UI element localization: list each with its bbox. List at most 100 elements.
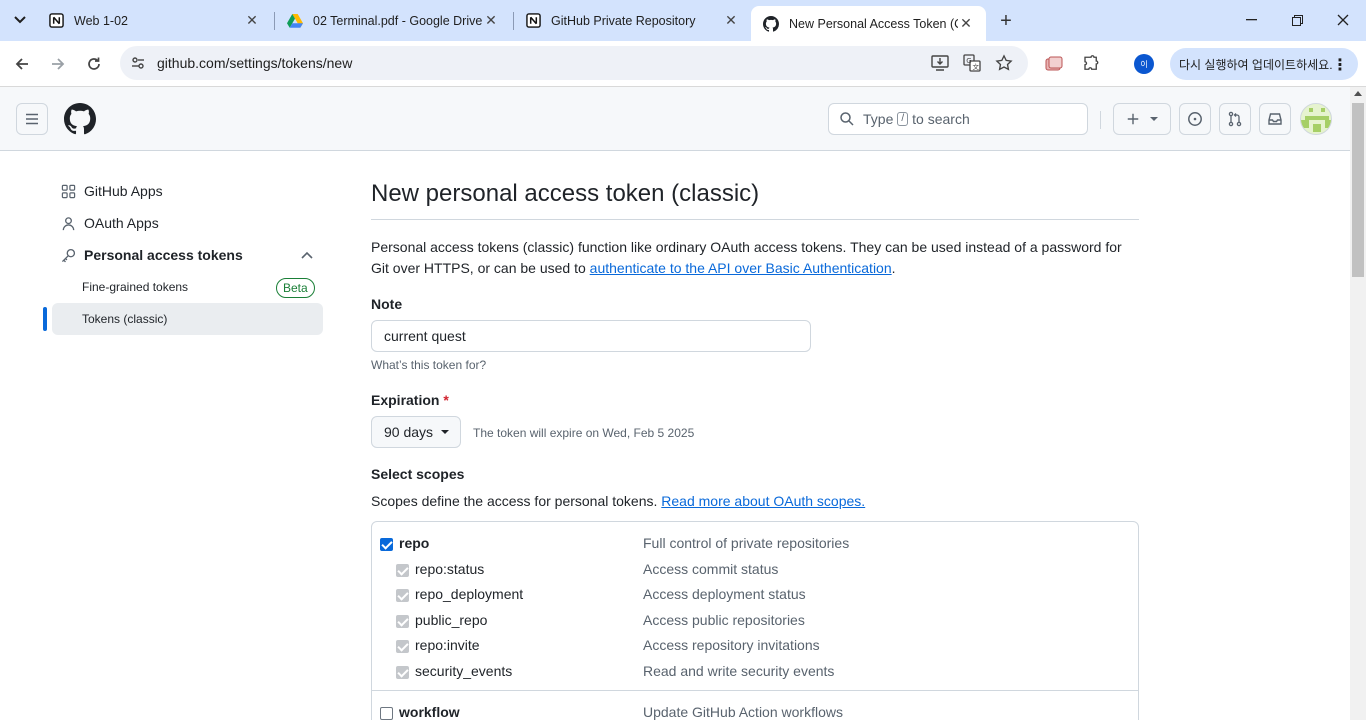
more-menu-icon[interactable]: ⋮	[1332, 55, 1348, 75]
notion-icon	[48, 13, 64, 29]
extensions-puzzle-icon[interactable]	[1080, 53, 1102, 75]
github-header: Type / to search	[0, 87, 1350, 151]
search-input[interactable]: Type / to search	[828, 103, 1088, 135]
extension-icon[interactable]	[1043, 53, 1065, 75]
note-hint: What’s this token for?	[371, 358, 487, 372]
minimize-window-button[interactable]	[1236, 6, 1266, 34]
sidebar-item-label: Personal access tokens	[84, 247, 243, 263]
issues-button[interactable]	[1179, 103, 1211, 135]
inbox-button[interactable]	[1259, 103, 1291, 135]
back-button[interactable]	[8, 50, 36, 78]
site-settings-icon[interactable]	[130, 55, 146, 71]
oauth-scopes-link[interactable]: Read more about OAuth scopes.	[661, 493, 865, 509]
selected-item-marker	[43, 307, 47, 331]
expiration-select[interactable]: 90 days	[371, 416, 461, 448]
browser-toolbar: github.com/settings/tokens/new G文 이 다시 실…	[0, 41, 1366, 87]
scope-description: Access public repositories	[643, 612, 805, 628]
scope-description: Full control of private repositories	[643, 535, 850, 551]
install-app-icon[interactable]	[930, 53, 950, 73]
header-divider	[1100, 111, 1101, 129]
close-window-button[interactable]	[1328, 6, 1358, 34]
expiration-label: Expiration *	[371, 392, 449, 408]
forward-button[interactable]	[44, 50, 72, 78]
scope-description: Access deployment status	[643, 586, 806, 602]
browser-tab-1[interactable]: Web 1-02 ✕	[36, 0, 272, 41]
browser-tab-2[interactable]: 02 Terminal.pdf - Google Drive ✕	[275, 0, 511, 41]
reload-icon	[88, 57, 100, 70]
scope-name: repo_deployment	[415, 586, 524, 602]
scope-description: Access commit status	[643, 561, 779, 577]
sidebar-item-tokens-classic[interactable]: Tokens (classic)	[52, 303, 323, 335]
intro-paragraph: Personal access tokens (classic) functio…	[371, 237, 1139, 279]
hamburger-menu-icon	[26, 113, 38, 125]
sidebar-item-github-apps[interactable]: GitHub Apps	[52, 175, 163, 207]
translate-icon[interactable]: G文	[962, 53, 982, 73]
intro-end: .	[891, 260, 896, 276]
scope-checkbox-security-events[interactable]	[396, 666, 409, 679]
close-tab-icon[interactable]: ✕	[483, 12, 499, 29]
close-tab-icon[interactable]: ✕	[244, 12, 260, 29]
close-tab-icon[interactable]: ✕	[958, 15, 974, 32]
page-title: New personal access token (classic)	[371, 180, 760, 207]
scope-checkbox-repo-status[interactable]	[396, 564, 409, 577]
restore-window-button[interactable]	[1282, 6, 1312, 34]
minimize-icon	[1245, 19, 1257, 21]
beta-badge: Beta	[276, 278, 315, 298]
github-logo-icon[interactable]	[64, 103, 97, 135]
note-input[interactable]: current quest	[371, 320, 811, 352]
tab-title: Web 1-02	[74, 13, 128, 28]
tab-search-button[interactable]	[6, 6, 34, 34]
sidebar-item-oauth-apps[interactable]: OAuth Apps	[52, 207, 159, 239]
create-new-button[interactable]	[1113, 103, 1171, 135]
caret-down-icon	[441, 430, 450, 434]
scope-name: repo:invite	[415, 637, 480, 653]
browser-tab-4-active[interactable]: New Personal Access Token (C ✕	[751, 6, 986, 41]
sidebar-subitem-label: Fine-grained tokens	[82, 280, 189, 294]
scope-name: security_events	[415, 663, 513, 679]
arrow-left-icon	[15, 58, 28, 70]
page-scrollbar[interactable]	[1350, 87, 1366, 720]
basic-auth-link[interactable]: authenticate to the API over Basic Authe…	[590, 260, 892, 276]
expiration-value: 90 days	[384, 424, 434, 440]
inbox-icon	[1268, 113, 1282, 125]
user-avatar[interactable]	[1300, 103, 1332, 135]
close-tab-icon[interactable]: ✕	[723, 12, 739, 29]
scope-description: Read and write security events	[643, 663, 835, 679]
chevron-up-icon[interactable]	[300, 250, 314, 260]
scroll-up-arrow-icon[interactable]	[1354, 91, 1362, 96]
expiration-label-text: Expiration	[371, 392, 440, 408]
scope-name: workflow	[399, 704, 460, 720]
reload-button[interactable]	[80, 50, 108, 78]
search-shortcut-key: /	[897, 112, 909, 126]
new-tab-button[interactable]: +	[994, 9, 1018, 33]
url-text: github.com/settings/tokens/new	[157, 55, 353, 71]
bookmark-star-icon[interactable]	[994, 53, 1014, 73]
chevron-down-icon	[14, 16, 26, 24]
note-label: Note	[371, 296, 403, 312]
apps-grid-icon	[60, 183, 76, 199]
sidebar-item-label: GitHub Apps	[84, 183, 163, 199]
git-pull-request-icon	[1228, 111, 1242, 127]
search-icon	[840, 112, 854, 126]
browser-tab-3[interactable]: GitHub Private Repository ✕	[513, 0, 751, 41]
profile-avatar[interactable]: 이	[1134, 54, 1154, 74]
scopes-desc-text: Scopes define the access for personal to…	[371, 493, 662, 509]
open-navigation-button[interactable]	[16, 103, 48, 135]
tab-title: GitHub Private Repository	[551, 13, 696, 28]
scope-checkbox-repo-deployment[interactable]	[396, 589, 409, 602]
scope-checkbox-repo[interactable]	[380, 538, 393, 551]
notion-icon	[525, 13, 541, 29]
sidebar-item-personal-access-tokens[interactable]: Personal access tokens	[52, 239, 243, 271]
google-drive-icon	[287, 13, 303, 29]
update-button[interactable]: 다시 실행하여 업데이트하세요. ⋮	[1170, 48, 1358, 80]
scope-checkbox-workflow[interactable]	[380, 707, 393, 720]
scope-checkbox-public-repo[interactable]	[396, 615, 409, 628]
key-icon	[60, 247, 76, 263]
scrollbar-thumb[interactable]	[1352, 103, 1364, 277]
pull-requests-button[interactable]	[1219, 103, 1251, 135]
scope-checkbox-repo-invite[interactable]	[396, 640, 409, 653]
update-label: 다시 실행하여 업데이트하세요.	[1179, 57, 1333, 72]
issue-opened-icon	[1188, 112, 1202, 126]
title-divider	[371, 219, 1139, 220]
address-bar[interactable]: github.com/settings/tokens/new G文	[120, 46, 1028, 80]
